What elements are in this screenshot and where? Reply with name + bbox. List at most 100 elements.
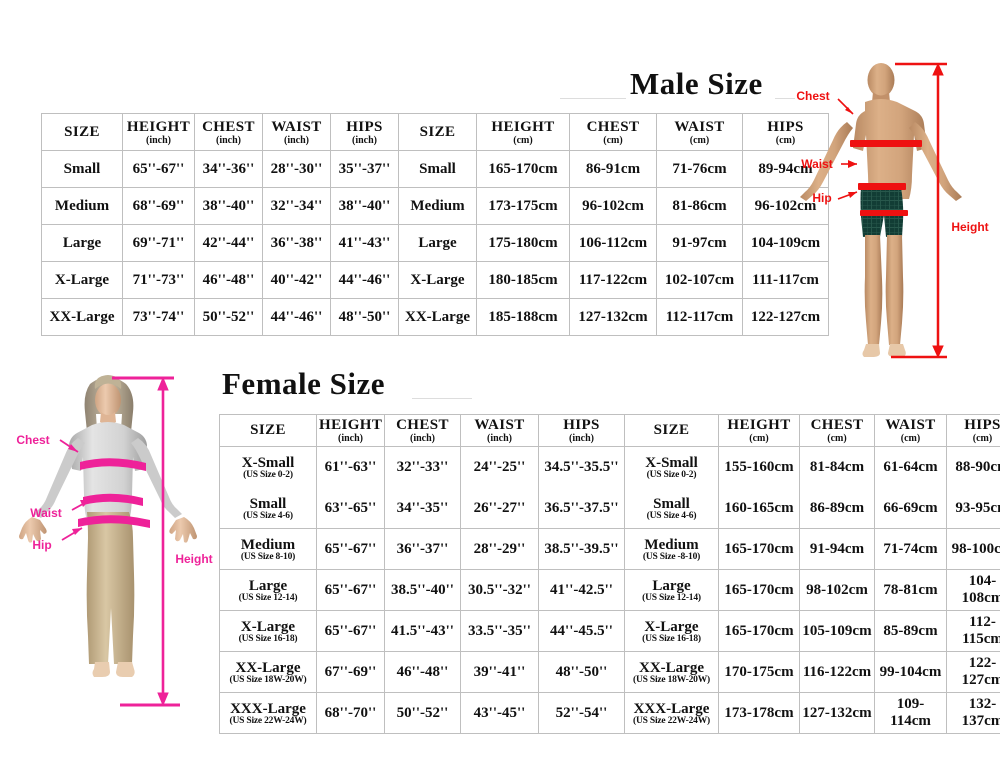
male-cell-height-cm: 185-188cm [476,298,570,336]
female-us-size: (US Size 16-18) [238,633,298,644]
female-cell-waist-inch: 43''-45'' [460,692,539,734]
male-header-chest-inch-unit: (inch) [216,134,241,146]
male-cell-size-cm: XX-Large [398,298,477,336]
male-header-size-cm-label: SIZE [419,123,456,140]
male-cell-height-inch: 68''-69'' [122,187,195,225]
female-header-waist-inch-label: WAIST [474,417,525,433]
female-cell-size-cm: X-Large (US Size 16-18) [624,610,719,652]
female-cell-hips-cm: 104-108cm [946,569,1000,611]
female-cell-size-cm: Small (US Size 4-6) [624,487,719,529]
female-cell-size-cm: X-Small (US Size 0-2) [624,446,719,488]
female-cell-height-cm: 173-178cm [718,692,800,734]
male-table-header: SIZE HEIGHT (inch) CHEST (inch) WAIST (i… [41,113,829,151]
female-header-hips-cm-label: HIPS [964,417,1000,433]
table-row: Large (US Size 12-14) 65''-67'' 38.5''-4… [219,569,1000,611]
female-cell-chest-inch: 34''-35'' [384,487,461,529]
female-size-name: X-Large [240,618,296,635]
female-cell-size-cm: Medium (US Size -8-10) [624,528,719,570]
male-cell-height-inch: 71''-73'' [122,261,195,299]
female-cell-height-inch: 65''-67'' [316,569,385,611]
female-cell-waist-inch: 24''-25'' [460,446,539,488]
female-header-row: SIZE HEIGHT (inch) CHEST (inch) WAIST (i… [219,414,1000,447]
female-cell-chest-cm: 116-122cm [799,651,875,693]
male-cell-size-cm: Small [398,150,477,188]
table-row: Medium 68''-69'' 38''-40'' 32''-34'' 38'… [41,187,829,225]
male-cell-chest-inch: 34''-36'' [194,150,263,188]
male-cell-chest-cm: 117-122cm [569,261,657,299]
female-header-chest-cm: CHEST (cm) [799,414,875,447]
female-header-chest-inch: CHEST (inch) [384,414,461,447]
male-title-rule-right [775,98,795,99]
female-header-hips-inch: HIPS (inch) [538,414,625,447]
female-cell-hips-cm: 132-137cm [946,692,1000,734]
male-header-waist-inch: WAIST (inch) [262,113,331,151]
male-cell-size-cm: Medium [398,187,477,225]
female-size-name: Large [248,577,288,594]
male-hip-label: Hip [812,191,831,205]
male-size-table: SIZE HEIGHT (inch) CHEST (inch) WAIST (i… [41,113,829,336]
male-cell-size-cm: X-Large [398,261,477,299]
female-header-chest-inch-unit: (inch) [410,433,435,444]
male-cell-chest-inch: 50''-52'' [194,298,263,336]
female-size-name-cm: X-Small [645,454,698,471]
female-header-waist-cm: WAIST (cm) [874,414,947,447]
female-cell-chest-inch: 50''-52'' [384,692,461,734]
male-cell-waist-inch: 44''-46'' [262,298,331,336]
male-cell-height-cm: 165-170cm [476,150,570,188]
male-waist-band [858,183,906,190]
female-cell-waist-inch: 28''-29'' [460,528,539,570]
female-size-name-cm: Medium [644,536,699,553]
female-cell-hips-cm: 88-90cm [946,446,1000,488]
male-header-waist-cm-label: WAIST [674,118,725,135]
table-row: Medium (US Size 8-10) 65''-67'' 36''-37'… [219,528,1000,570]
male-table-body: Small 65''-67'' 34''-36'' 28''-30'' 35''… [41,150,829,336]
table-row: XXX-Large (US Size 22W-24W) 68''-70'' 50… [219,692,1000,734]
female-us-size-cm: (US Size -8-10) [642,551,701,562]
female-cell-chest-inch: 38.5''-40'' [384,569,461,611]
male-cell-chest-cm: 96-102cm [569,187,657,225]
female-cell-chest-cm: 86-89cm [799,487,875,529]
male-cell-chest-inch: 38''-40'' [194,187,263,225]
female-cell-height-inch: 61''-63'' [316,446,385,488]
table-row: XX-Large (US Size 18W-20W) 67''-69'' 46'… [219,651,1000,693]
female-size-name-cm: X-Large [644,618,699,635]
male-header-row: SIZE HEIGHT (inch) CHEST (inch) WAIST (i… [41,113,829,151]
male-header-waist-cm-unit: (cm) [689,134,710,146]
male-cell-waist-inch: 32''-34'' [262,187,331,225]
female-size-table: SIZE HEIGHT (inch) CHEST (inch) WAIST (i… [219,414,1000,734]
male-header-hips-inch-unit: (inch) [352,134,377,146]
male-cell-size-inch: Small [41,150,123,188]
male-cell-hips-inch: 44''-46'' [330,261,399,299]
female-hip-label: Hip [32,538,51,552]
female-height-label: Height [175,552,212,566]
male-title-rule-left [560,98,626,99]
male-cell-chest-cm: 106-112cm [569,224,657,262]
female-cell-size-inch: X-Large (US Size 16-18) [219,610,317,652]
female-us-size-cm: (US Size 0-2) [646,469,697,480]
female-cell-chest-inch: 32''-33'' [384,446,461,488]
female-cell-waist-cm: 85-89cm [874,610,947,652]
female-cell-size-inch: Large (US Size 12-14) [219,569,317,611]
male-chest-band [850,140,922,147]
male-cell-height-cm: 173-175cm [476,187,570,225]
female-cell-hips-inch: 52''-54'' [538,692,625,734]
female-cell-waist-cm: 71-74cm [874,528,947,570]
male-header-chest-cm-label: CHEST [586,118,640,135]
female-cell-height-cm: 165-170cm [718,610,800,652]
male-height-label: Height [951,220,988,234]
female-cell-waist-inch: 39''-41'' [460,651,539,693]
male-cell-hips-inch: 38''-40'' [330,187,399,225]
male-header-waist-inch-unit: (inch) [284,134,309,146]
female-header-size-inch: SIZE [219,414,317,447]
female-us-size-cm: (US Size 12-14) [642,592,701,603]
male-header-height-inch-unit: (inch) [146,134,171,146]
male-header-height-cm: HEIGHT (cm) [476,113,570,151]
male-measurement-illustration: Chest Waist Hip Height [795,52,995,367]
female-cell-hips-cm: 112-115cm [946,610,1000,652]
male-cell-size-inch: Large [41,224,123,262]
male-cell-waist-cm: 71-76cm [656,150,743,188]
female-size-name: Small [249,495,287,512]
male-cell-waist-cm: 102-107cm [656,261,743,299]
female-cell-chest-cm: 81-84cm [799,446,875,488]
female-cell-hips-inch: 48''-50'' [538,651,625,693]
